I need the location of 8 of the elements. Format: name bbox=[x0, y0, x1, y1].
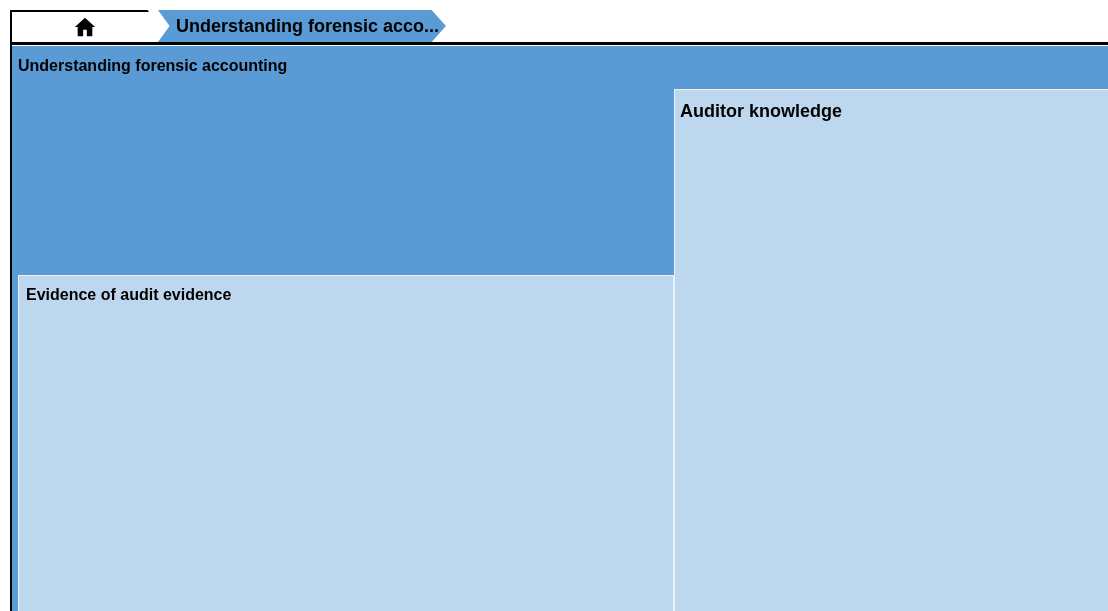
home-icon bbox=[74, 16, 96, 38]
tile-title: Evidence of audit evidence bbox=[26, 286, 232, 303]
root-title: Understanding forensic accounting bbox=[18, 56, 289, 76]
treemap-tile[interactable]: Auditor knowledge bbox=[674, 89, 1108, 611]
breadcrumb-item[interactable]: Understanding forensic acco... bbox=[158, 10, 446, 42]
treemap-tile[interactable]: Evidence of audit evidence bbox=[18, 275, 674, 611]
treemap-root[interactable]: Understanding forensic accounting Evidence of audit evidence Auditor knowledge bbox=[12, 46, 1108, 611]
tile-title: Auditor knowledge bbox=[680, 101, 842, 121]
